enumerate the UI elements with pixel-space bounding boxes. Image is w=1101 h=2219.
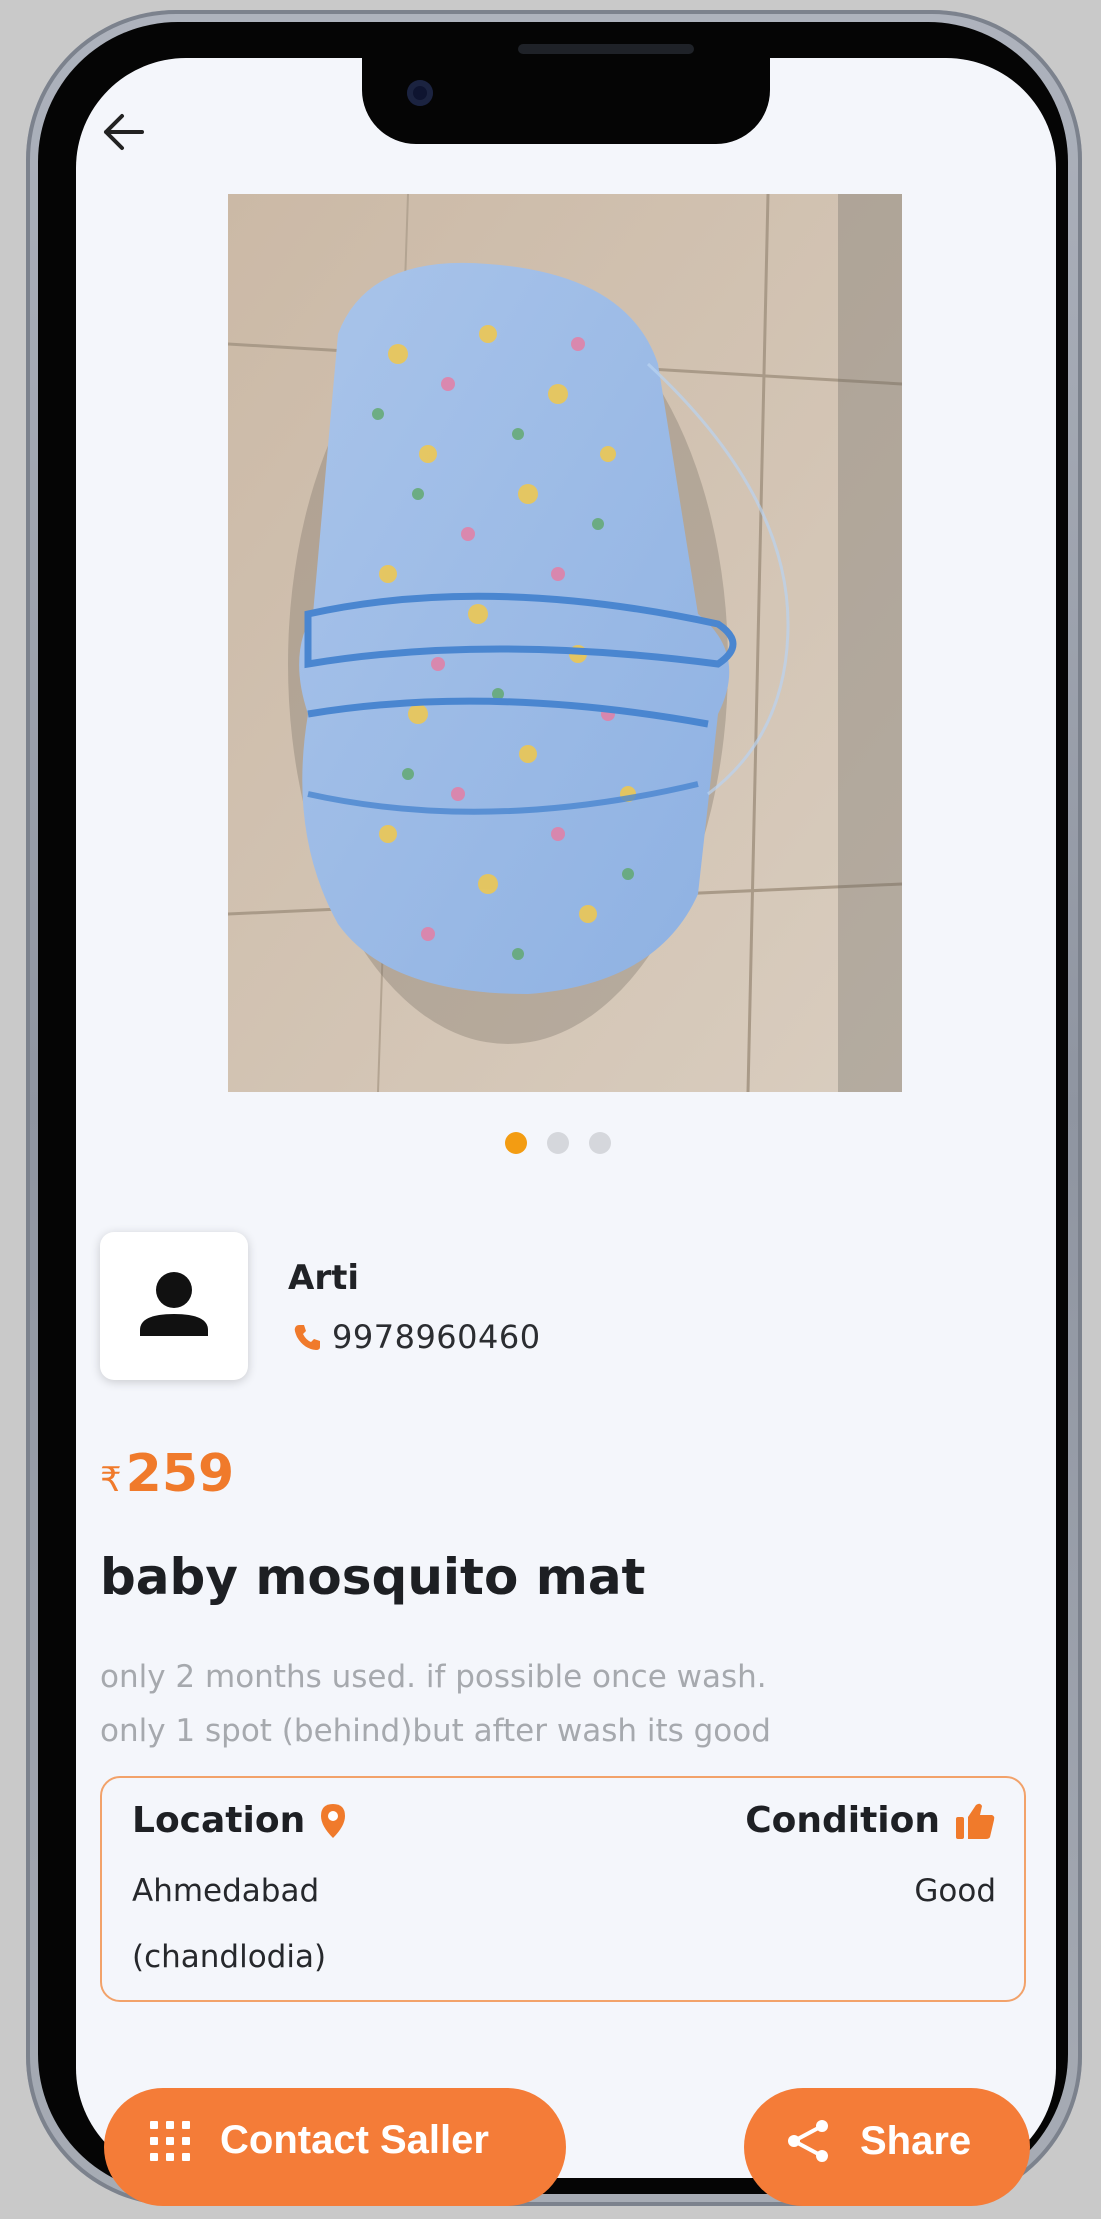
carousel-dot-active[interactable] (505, 1132, 527, 1154)
share-label: Share (860, 2118, 972, 2163)
location-area: (chandlodia) (132, 1939, 327, 1975)
carousel-dot[interactable] (547, 1132, 569, 1154)
arrow-left-icon (104, 114, 144, 150)
description-line: only 2 months used. if possible once was… (100, 1659, 767, 1695)
contact-seller-button[interactable]: Contact Saller (104, 2088, 566, 2206)
product-description: only 2 months used. if possible once was… (100, 1650, 920, 1758)
location-city: Ahmedabad (132, 1873, 320, 1909)
seller-phone[interactable]: 9978960460 (292, 1318, 541, 1356)
location-value: Ahmedabad (chandlodia) (132, 1858, 326, 1990)
product-title: baby mosquito mat (100, 1548, 646, 1606)
description-line: only 1 spot (behind)but after wash its g… (100, 1713, 771, 1749)
condition-label: Condition (745, 1800, 940, 1841)
contact-seller-label: Contact Saller (220, 2118, 489, 2162)
carousel-dot[interactable] (589, 1132, 611, 1154)
product-price: ₹ 259 (100, 1444, 234, 1504)
front-camera (407, 80, 433, 106)
location-heading: Location (132, 1800, 347, 1841)
map-pin-icon (321, 1803, 346, 1838)
info-card: Location Condition Ahmedabad (chandlodia… (100, 1776, 1026, 2002)
location-label: Location (132, 1800, 306, 1841)
share-icon (788, 2120, 828, 2162)
product-photo (228, 194, 902, 1092)
seller-avatar (100, 1232, 248, 1380)
price-value: 259 (125, 1444, 235, 1504)
person-icon (140, 1272, 208, 1336)
condition-heading: Condition (745, 1800, 996, 1841)
seller-name: Arti (288, 1258, 359, 1298)
share-button[interactable]: Share (744, 2088, 1030, 2206)
product-image[interactable] (228, 194, 902, 1092)
back-button[interactable] (100, 112, 146, 152)
dial-pad-icon (150, 2120, 190, 2161)
thumbs-up-icon (956, 1803, 995, 1839)
phone-icon (294, 1325, 320, 1350)
speaker-grille (518, 44, 694, 54)
currency-symbol: ₹ (100, 1460, 122, 1500)
carousel-indicator (505, 1132, 611, 1154)
condition-value: Good (914, 1873, 996, 1909)
seller-phone-number: 9978960460 (332, 1318, 541, 1356)
